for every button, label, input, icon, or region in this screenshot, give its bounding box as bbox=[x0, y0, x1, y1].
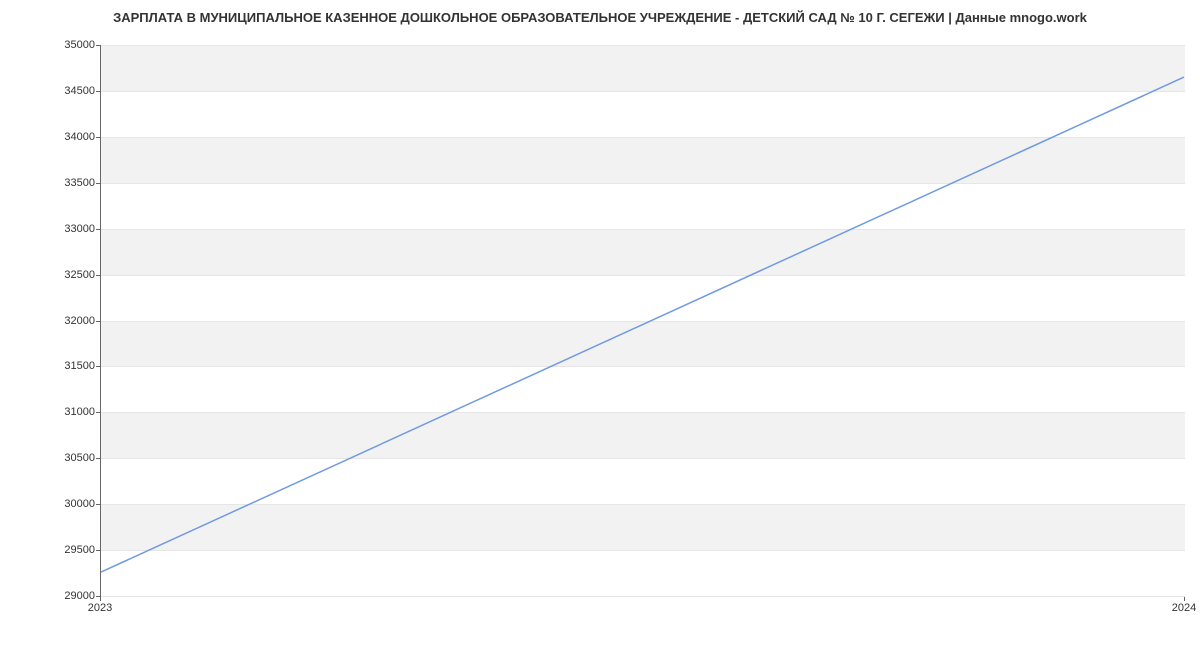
y-tick-label: 30000 bbox=[5, 498, 95, 510]
y-tick-label: 32000 bbox=[5, 315, 95, 327]
y-tick-label: 35000 bbox=[5, 39, 95, 51]
line-series bbox=[101, 45, 1185, 596]
y-tick-mark bbox=[96, 183, 100, 184]
x-tick-mark bbox=[1184, 597, 1185, 601]
plot-area bbox=[100, 45, 1185, 597]
y-tick-label: 31000 bbox=[5, 406, 95, 418]
x-tick-label: 2024 bbox=[1172, 602, 1196, 614]
y-tick-mark bbox=[96, 91, 100, 92]
chart-container: ЗАРПЛАТА В МУНИЦИПАЛЬНОЕ КАЗЕННОЕ ДОШКОЛ… bbox=[0, 0, 1200, 650]
chart-title: ЗАРПЛАТА В МУНИЦИПАЛЬНОЕ КАЗЕННОЕ ДОШКОЛ… bbox=[0, 10, 1200, 25]
y-tick-label: 30500 bbox=[5, 452, 95, 464]
y-tick-mark bbox=[96, 412, 100, 413]
y-tick-mark bbox=[96, 137, 100, 138]
y-tick-mark bbox=[96, 550, 100, 551]
y-tick-mark bbox=[96, 366, 100, 367]
y-tick-mark bbox=[96, 45, 100, 46]
y-tick-label: 29000 bbox=[5, 590, 95, 602]
y-tick-mark bbox=[96, 458, 100, 459]
y-tick-label: 32500 bbox=[5, 269, 95, 281]
y-tick-label: 33000 bbox=[5, 223, 95, 235]
y-tick-label: 34500 bbox=[5, 85, 95, 97]
y-tick-label: 34000 bbox=[5, 131, 95, 143]
y-tick-mark bbox=[96, 321, 100, 322]
grid-line bbox=[101, 596, 1185, 597]
y-tick-label: 31500 bbox=[5, 360, 95, 372]
y-tick-mark bbox=[96, 275, 100, 276]
data-line bbox=[101, 77, 1184, 572]
y-tick-mark bbox=[96, 504, 100, 505]
y-tick-label: 29500 bbox=[5, 544, 95, 556]
y-tick-label: 33500 bbox=[5, 177, 95, 189]
x-tick-mark bbox=[100, 597, 101, 601]
x-tick-label: 2023 bbox=[88, 602, 112, 614]
y-tick-mark bbox=[96, 229, 100, 230]
